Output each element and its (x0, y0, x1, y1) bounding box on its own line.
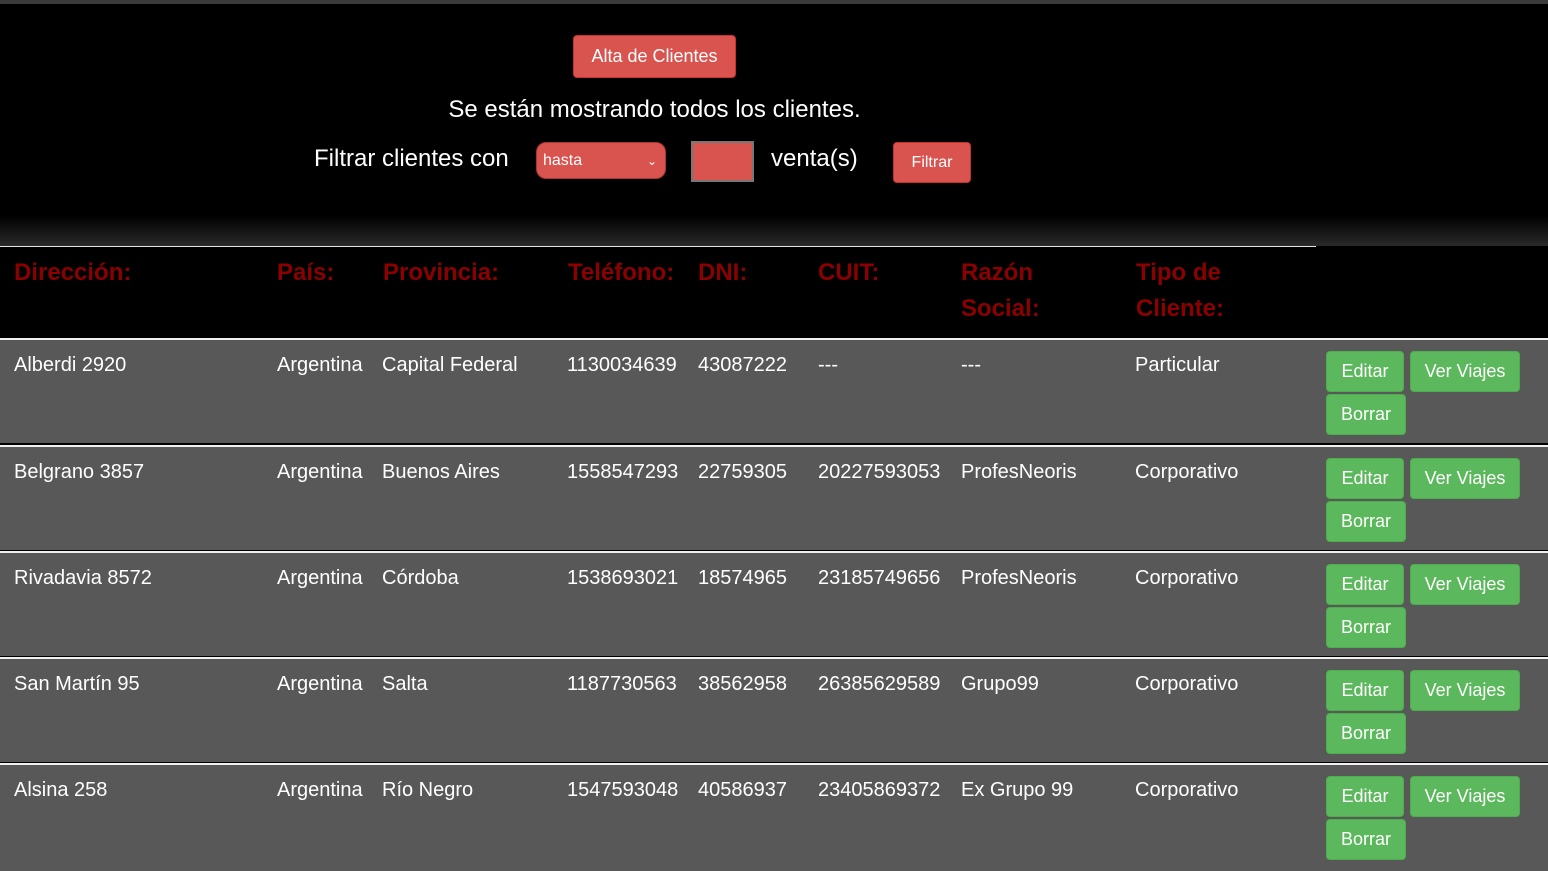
cell-telefono: 1187730563 (567, 673, 677, 695)
cell-direccion: Belgrano 3857 (14, 461, 145, 483)
ventas-label: venta(s) (771, 145, 858, 172)
cell-dni: 40586937 (698, 779, 787, 801)
delete-button[interactable]: Borrar (1326, 607, 1406, 648)
cell-provincia: Buenos Aires (382, 461, 500, 483)
column-header-line: Dirección: (14, 259, 132, 286)
sales-count-input[interactable] (691, 141, 754, 182)
table-header-divider (0, 246, 1316, 247)
edit-button[interactable]: Editar (1326, 776, 1404, 817)
cell-direccion: Alberdi 2920 (14, 354, 127, 376)
cell-cuit: 20227593053 (818, 461, 941, 483)
ver-viajes-button[interactable]: Ver Viajes (1410, 670, 1520, 711)
cell-provincia: Río Negro (382, 779, 474, 801)
table-row: Belgrano 3857 Argentina Buenos Aires 155854… (0, 445, 1548, 550)
cell-razon: ProfesNeoris (961, 461, 1077, 483)
column-header: CUIT: (818, 255, 879, 291)
cell-pais: Argentina (277, 567, 363, 589)
cell-razon: Ex Grupo 99 (961, 779, 1074, 801)
cell-razon: ProfesNeoris (961, 567, 1077, 589)
cell-dni: 18574965 (698, 567, 787, 589)
ver-viajes-button[interactable]: Ver Viajes (1410, 458, 1520, 499)
cell-cuit: 23185749656 (818, 567, 941, 589)
column-header-line: CUIT: (818, 259, 880, 286)
edit-button[interactable]: Editar (1326, 458, 1404, 499)
column-header-line: Social: (961, 295, 1040, 322)
cell-tipo: Corporativo (1135, 673, 1239, 695)
header-area (0, 4, 1548, 246)
ver-viajes-button[interactable]: Ver Viajes (1410, 776, 1520, 817)
column-header-line: País: (277, 259, 335, 286)
column-header-line: Teléfono: (568, 259, 675, 286)
column-header-line: DNI: (698, 259, 748, 286)
column-header: Tipo de Cliente: (1136, 255, 1224, 327)
cell-cuit: --- (818, 354, 838, 376)
cell-tipo: Particular (1135, 354, 1220, 376)
cell-razon: --- (961, 354, 981, 376)
column-header: Provincia: (383, 255, 499, 291)
column-header: País: (277, 255, 334, 291)
cell-telefono: 1558547293 (567, 461, 679, 483)
filter-select-value: hasta (543, 151, 583, 169)
table-row: Alsina 258 Argentina Río Negro 1547593048 40… (0, 763, 1548, 871)
table-row: San Martín 95 Argentina Salta 1187730563 385… (0, 657, 1548, 762)
ver-viajes-button[interactable]: Ver Viajes (1410, 351, 1520, 392)
chevron-down-icon: ⌄ (646, 153, 657, 168)
filter-select[interactable]: hasta ⌄ (536, 142, 666, 179)
delete-button[interactable]: Borrar (1326, 501, 1406, 542)
cell-provincia: Salta (382, 673, 428, 695)
column-header: DNI: (698, 255, 747, 291)
cell-cuit: 23405869372 (818, 779, 941, 801)
column-header-line: Provincia: (383, 259, 500, 286)
ver-viajes-button[interactable]: Ver Viajes (1410, 564, 1520, 605)
cell-direccion: Alsina 258 (14, 779, 108, 801)
cell-dni: 22759305 (698, 461, 787, 483)
filtrar-button[interactable]: Filtrar (893, 142, 971, 183)
filter-label: Filtrar clientes con (314, 145, 509, 172)
cell-cuit: 26385629589 (818, 673, 941, 695)
delete-button[interactable]: Borrar (1326, 713, 1406, 754)
column-header: Dirección: (14, 255, 131, 291)
cell-telefono: 1130034639 (567, 354, 677, 376)
cell-dni: 43087222 (698, 354, 787, 376)
delete-button[interactable]: Borrar (1326, 819, 1406, 860)
cell-tipo: Corporativo (1135, 461, 1239, 483)
cell-razon: Grupo99 (961, 673, 1039, 695)
edit-button[interactable]: Editar (1326, 351, 1404, 392)
status-text: Se están mostrando todos los clientes. (448, 96, 861, 123)
cell-telefono: 1547593048 (567, 779, 679, 801)
table-row: Rivadavia 8572 Argentina Córdoba 1538693021… (0, 551, 1548, 656)
cell-tipo: Corporativo (1135, 567, 1239, 589)
cell-pais: Argentina (277, 354, 363, 376)
cell-tipo: Corporativo (1135, 779, 1239, 801)
cell-pais: Argentina (277, 673, 363, 695)
cell-pais: Argentina (277, 779, 363, 801)
cell-provincia: Capital Federal (382, 354, 518, 376)
cell-direccion: Rivadavia 8572 (14, 567, 152, 589)
cell-telefono: 1538693021 (567, 567, 679, 589)
column-header: Razón Social: (961, 255, 1040, 327)
cell-dni: 38562958 (698, 673, 787, 695)
delete-button[interactable]: Borrar (1326, 394, 1406, 435)
cell-pais: Argentina (277, 461, 363, 483)
alta-clientes-button[interactable]: Alta de Clientes (573, 35, 736, 78)
column-header-line: Cliente: (1136, 295, 1225, 322)
cell-provincia: Córdoba (382, 567, 459, 589)
edit-button[interactable]: Editar (1326, 564, 1404, 605)
table-row: Alberdi 2920 Argentina Capital Federal 1130… (0, 338, 1548, 443)
cell-direccion: San Martín 95 (14, 673, 140, 695)
column-header-line: Razón (961, 259, 1033, 286)
column-header: Teléfono: (568, 255, 674, 291)
edit-button[interactable]: Editar (1326, 670, 1404, 711)
column-header-line: Tipo de (1136, 259, 1221, 286)
